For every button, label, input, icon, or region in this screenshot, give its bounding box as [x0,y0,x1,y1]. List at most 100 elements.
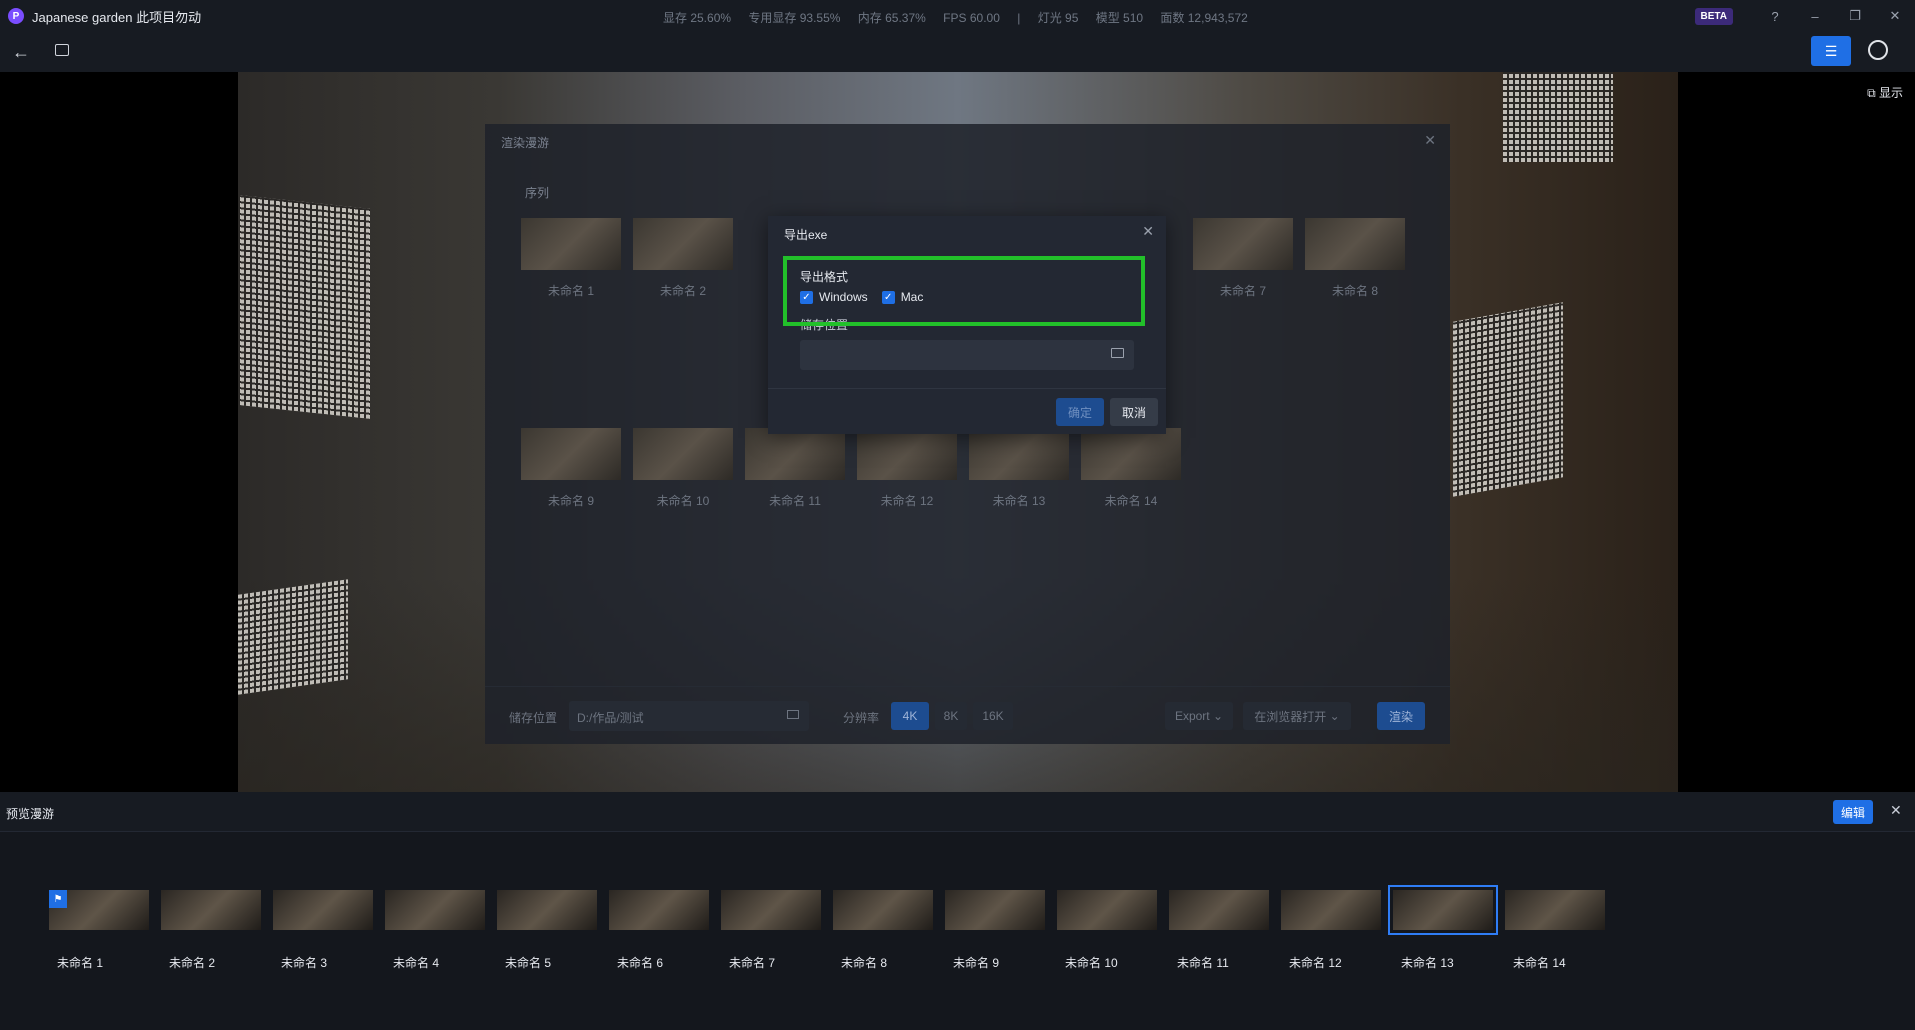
settings-sliders-button[interactable]: ☰ [1811,36,1851,66]
preview-thumb-label: 未命名 2 [169,956,216,970]
preview-tour-header: 预览漫游 编辑 ✕ [0,792,1915,832]
sequence-thumb-label: 未命名 10 [656,494,710,508]
stat-faces: 面数 12,943,572 [1160,11,1248,25]
image-icon[interactable] [55,44,69,56]
display-icon: ⧉ [1867,86,1879,100]
sequence-thumb[interactable] [857,428,957,480]
export-storage-input[interactable] [800,340,1134,370]
export-modal-title: 导出exe [784,228,828,242]
sequence-thumb[interactable] [969,428,1069,480]
help-icon[interactable]: ? [1755,9,1795,24]
open-in-browser-dropdown[interactable]: 在浏览器打开 ⌄ [1243,702,1351,730]
sequence-thumb[interactable] [1193,218,1293,270]
render-dialog-close-icon[interactable]: ✕ [1424,132,1436,149]
window-controls: BETA ? – ❐ ✕ [1694,0,1915,32]
preview-thumb[interactable] [385,890,485,930]
right-upper-lattice [1503,72,1613,162]
preview-thumb[interactable] [1281,890,1381,930]
sequence-thumb-label: 未命名 7 [1219,284,1266,298]
preview-thumb-label: 未命名 8 [841,956,888,970]
stat-vram: 显存 25.60% [663,11,732,25]
preview-thumb[interactable] [945,890,1045,930]
sequence-thumb[interactable] [745,428,845,480]
left-lower-lattice [238,579,348,695]
render-dialog-title: 渲染漫游 [501,136,550,150]
preview-thumb-label: 未命名 13 [1401,956,1454,970]
resolution-16k-button[interactable]: 16K [973,702,1013,730]
back-arrow-icon[interactable]: ← [12,42,30,63]
preview-thumb[interactable] [1505,890,1605,930]
preview-thumb-label: 未命名 3 [281,956,328,970]
preview-thumb-label: 未命名 6 [617,956,664,970]
preview-thumb-label: 未命名 9 [953,956,1000,970]
restore-icon[interactable]: ❐ [1835,8,1875,24]
sequence-thumb-label: 未命名 8 [1331,284,1378,298]
preview-close-icon[interactable]: ✕ [1890,802,1902,819]
export-dropdown[interactable]: Export ⌄ [1165,702,1233,730]
edit-button[interactable]: 编辑 [1833,800,1873,824]
sequence-thumb-label: 未命名 13 [992,494,1046,508]
left-lattice-window [240,195,370,419]
confirm-button[interactable]: 确定 [1056,398,1104,426]
chevron-down-icon: ⌄ [1326,709,1340,723]
sequence-thumb[interactable] [633,218,733,270]
preview-tour-title: 预览漫游 [6,807,55,821]
preview-thumb-label: 未命名 1 [57,956,104,970]
storage-path-input[interactable]: D:/作品/测试 [569,701,809,731]
stat-models: 模型 510 [1095,11,1144,25]
cancel-button[interactable]: 取消 [1110,398,1158,426]
app-logo-icon: P [8,8,24,24]
preview-thumb[interactable] [1169,890,1269,930]
stat-lights: 灯光 95 [1037,11,1079,25]
resolution-8k-button[interactable]: 8K [935,702,967,730]
sequence-thumb[interactable] [521,218,621,270]
preview-thumb[interactable]: ⚑ [49,890,149,930]
sequence-thumb[interactable] [1305,218,1405,270]
render-dialog-footer: 储存位置 D:/作品/测试 分辨率 4K 8K 16K Export ⌄ 在浏览… [485,686,1450,744]
sequence-thumb-label: 未命名 11 [769,494,821,508]
render-button[interactable]: 渲染 [1377,702,1425,730]
stat-fps: FPS 60.00 [943,11,1000,25]
sequence-label: 序列 [525,186,550,200]
folder-icon[interactable] [787,710,799,719]
stat-divider: | [1017,11,1021,25]
folder-icon[interactable] [1111,348,1124,358]
display-toggle[interactable]: ⧉ 显示 [1867,84,1903,101]
preview-thumb[interactable] [273,890,373,930]
right-lattice-window [1453,302,1563,497]
preview-thumb-label: 未命名 4 [393,956,440,970]
flag-icon: ⚑ [49,890,67,908]
preview-thumb[interactable] [161,890,261,930]
resolution-4k-button[interactable]: 4K [891,702,929,730]
sequence-thumb-label: 未命名 1 [547,284,594,298]
title-bar: P Japanese garden 此项目勿动 显存 25.60% 专用显存 9… [0,0,1915,32]
preview-thumb-label: 未命名 5 [505,956,552,970]
preview-thumb-label: 未命名 7 [729,956,776,970]
preview-thumb[interactable] [833,890,933,930]
sequence-thumb[interactable] [1081,428,1181,480]
preview-thumb[interactable] [721,890,821,930]
stat-dedicated-vram: 专用显存 93.55% [748,11,841,25]
toolbar: ← ☰ [0,32,1915,72]
performance-stats: 显存 25.60% 专用显存 93.55% 内存 65.37% FPS 60.0… [663,9,1262,26]
export-modal-close-icon[interactable]: ✕ [1142,223,1154,240]
minimize-icon[interactable]: – [1795,9,1835,24]
preview-thumb-label: 未命名 10 [1065,956,1118,970]
preview-thumb[interactable] [1057,890,1157,930]
preview-thumb-selected[interactable] [1388,885,1498,935]
preview-thumb-label: 未命名 11 [1177,956,1229,970]
close-window-icon[interactable]: ✕ [1875,8,1915,24]
stat-memory: 内存 65.37% [857,11,926,25]
resolution-label: 分辨率 [843,711,880,725]
preview-thumb[interactable] [609,890,709,930]
sequence-thumb[interactable] [633,428,733,480]
export-format-highlight [783,256,1145,326]
display-toggle-label: 显示 [1878,86,1903,100]
preview-thumb-label: 未命名 12 [1289,956,1342,970]
preview-thumb-label: 未命名 14 [1513,956,1566,970]
sequence-thumb[interactable] [521,428,621,480]
storage-path-value: D:/作品/测试 [577,711,644,725]
preview-thumb[interactable] [497,890,597,930]
export-label: Export [1174,709,1210,723]
aperture-icon[interactable] [1868,40,1888,60]
